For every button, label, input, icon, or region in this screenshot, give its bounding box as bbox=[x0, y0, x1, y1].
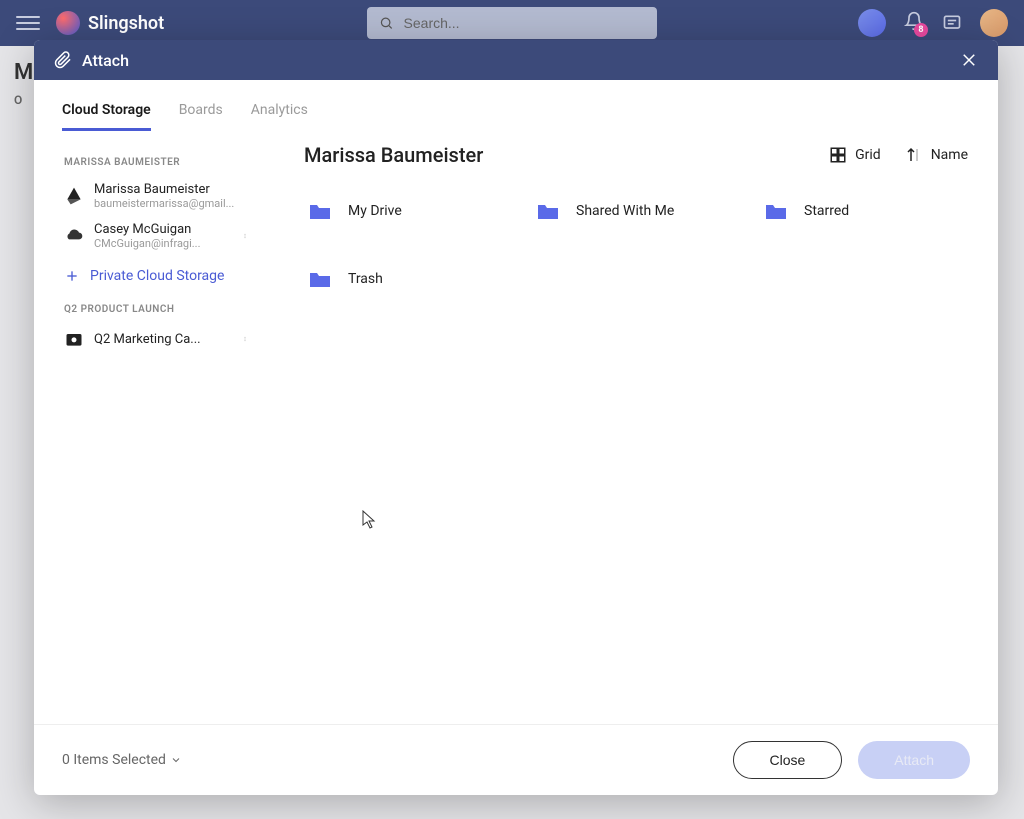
folder-label: Starred bbox=[804, 203, 849, 219]
user-avatar[interactable] bbox=[980, 9, 1008, 37]
folder-icon bbox=[536, 201, 560, 221]
folder-label: Shared With Me bbox=[576, 203, 674, 219]
grid-icon bbox=[829, 146, 847, 164]
more-icon[interactable] bbox=[238, 229, 252, 243]
account-name: Casey McGuigan bbox=[94, 222, 228, 237]
modal-title: Attach bbox=[82, 51, 129, 70]
sidebar-section-heading-2: Q2 PRODUCT LAUNCH bbox=[52, 296, 264, 323]
panel-title: Marissa Baumeister bbox=[304, 143, 483, 167]
camera-icon bbox=[64, 329, 84, 349]
folder-label: Trash bbox=[348, 271, 383, 287]
brand-logo[interactable]: Slingshot bbox=[56, 11, 164, 35]
notifications-button[interactable]: 8 bbox=[904, 11, 924, 35]
tab-cloud-storage[interactable]: Cloud Storage bbox=[62, 102, 151, 131]
tab-analytics[interactable]: Analytics bbox=[251, 102, 308, 131]
org-avatar[interactable] bbox=[858, 9, 886, 37]
view-toggle-grid[interactable]: Grid bbox=[829, 146, 881, 164]
attach-modal: Attach Cloud Storage Boards Analytics MA… bbox=[34, 40, 998, 795]
chevron-down-icon bbox=[170, 754, 182, 766]
notification-badge: 8 bbox=[914, 23, 928, 37]
sidebar-section-heading: MARISSA BAUMEISTER bbox=[52, 149, 264, 176]
sidebar: MARISSA BAUMEISTER Marissa Baumeister ba… bbox=[34, 131, 274, 724]
folder-trash[interactable]: Trash bbox=[304, 265, 512, 293]
menu-button[interactable] bbox=[16, 11, 40, 35]
folder-shared[interactable]: Shared With Me bbox=[532, 197, 740, 225]
account-item-gdrive[interactable]: Marissa Baumeister baumeistermarissa@gma… bbox=[52, 176, 264, 216]
sidebar-item-campaign[interactable]: Q2 Marketing Ca... bbox=[52, 323, 264, 355]
chat-icon[interactable] bbox=[942, 13, 962, 33]
close-button[interactable]: Close bbox=[733, 741, 843, 779]
main-panel: Marissa Baumeister Grid Name bbox=[274, 131, 998, 724]
cloud-icon bbox=[64, 226, 84, 246]
folder-my-drive[interactable]: My Drive bbox=[304, 197, 512, 225]
folder-icon bbox=[764, 201, 788, 221]
view-label: Grid bbox=[855, 147, 881, 163]
account-email: baumeistermarissa@gmail... bbox=[94, 197, 252, 210]
add-private-storage[interactable]: Private Cloud Storage bbox=[52, 256, 264, 296]
add-storage-label: Private Cloud Storage bbox=[90, 268, 224, 284]
folder-icon bbox=[308, 269, 332, 289]
item-name: Q2 Marketing Ca... bbox=[94, 332, 228, 347]
search-icon bbox=[379, 15, 394, 31]
account-email: CMcGuigan@infragi... bbox=[94, 237, 228, 250]
tabs: Cloud Storage Boards Analytics bbox=[34, 80, 998, 131]
brand-name: Slingshot bbox=[88, 13, 164, 34]
modal-footer: 0 Items Selected Close Attach bbox=[34, 724, 998, 795]
plus-icon bbox=[64, 268, 80, 284]
paperclip-icon bbox=[54, 51, 72, 69]
logo-icon bbox=[56, 11, 80, 35]
close-icon[interactable] bbox=[960, 51, 978, 69]
sort-toggle[interactable]: Name bbox=[905, 146, 968, 164]
search-box[interactable] bbox=[367, 7, 657, 39]
attach-button[interactable]: Attach bbox=[858, 741, 970, 779]
account-item-onedrive[interactable]: Casey McGuigan CMcGuigan@infragi... bbox=[52, 216, 264, 256]
modal-header: Attach bbox=[34, 40, 998, 80]
folder-starred[interactable]: Starred bbox=[760, 197, 968, 225]
sort-icon bbox=[905, 146, 923, 164]
folder-label: My Drive bbox=[348, 203, 402, 219]
tab-boards[interactable]: Boards bbox=[179, 102, 223, 131]
gdrive-icon bbox=[64, 186, 84, 206]
account-name: Marissa Baumeister bbox=[94, 182, 252, 197]
sort-label: Name bbox=[931, 147, 968, 163]
folder-icon bbox=[308, 201, 332, 221]
selected-count[interactable]: 0 Items Selected bbox=[62, 752, 182, 768]
folder-grid: My Drive Shared With Me Starred Trash bbox=[304, 197, 968, 293]
more-icon[interactable] bbox=[238, 332, 252, 346]
search-input[interactable] bbox=[404, 15, 645, 31]
